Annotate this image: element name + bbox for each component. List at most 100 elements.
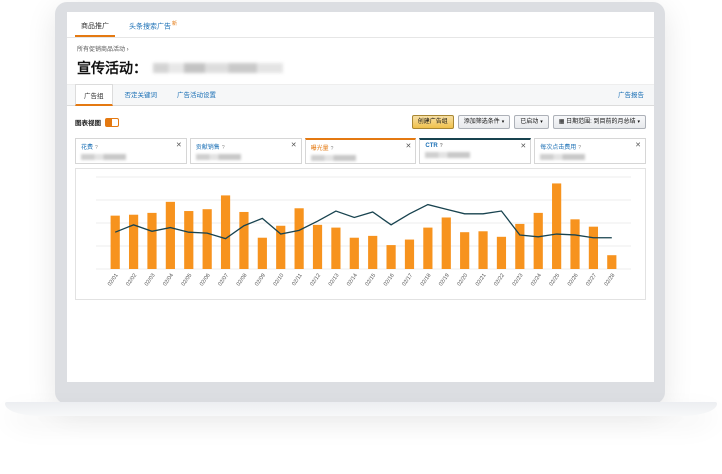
chart-view-toggle[interactable] — [105, 117, 119, 127]
chart-bar — [239, 211, 249, 269]
x-tick-label: 02/05 — [181, 273, 194, 288]
x-tick-label: 02/15 — [365, 273, 378, 288]
ad-report-link[interactable]: 广告报告 — [618, 89, 644, 99]
new-badge: 新 — [172, 20, 178, 27]
metric-label: 贡献销售? — [196, 142, 296, 151]
x-tick-label: 02/19 — [438, 273, 451, 288]
x-tick-label: 02/26 — [567, 273, 580, 288]
breadcrumb[interactable]: 所有促销商品活动 › — [67, 38, 654, 53]
chart-bar — [570, 219, 580, 269]
chart-bar — [404, 239, 415, 269]
close-icon[interactable]: ✕ — [406, 142, 412, 150]
help-icon[interactable]: ? — [95, 145, 98, 151]
date-range-dropdown[interactable]: ▦ 日期范围: 到目前的月总结 ▾ — [552, 115, 646, 129]
chart-bar — [294, 208, 304, 269]
x-tick-label: 02/10 — [273, 273, 286, 288]
x-tick-label: 02/23 — [512, 273, 525, 288]
help-icon[interactable]: ? — [440, 143, 443, 149]
toolbar: 图表视图 创建广告组 添加筛选条件 ▾ 已启动 ▾ ▦ 日期范围: 到目前的月总结 ▾ — [67, 110, 654, 134]
metric-value-redacted — [310, 155, 356, 161]
chart-bar — [460, 232, 470, 269]
tab-negative-keywords[interactable]: 否定关键词 — [117, 89, 166, 105]
chart-bar — [147, 212, 157, 269]
tab-label: 商品推广 — [81, 23, 109, 30]
add-filter-dropdown[interactable]: 添加筛选条件 ▾ — [457, 115, 511, 129]
chart-bar — [220, 195, 231, 269]
tab-ad-groups[interactable]: 广告组 — [75, 84, 113, 106]
chart-bar — [110, 215, 120, 269]
tab-headline-search-ads[interactable]: 头条搜索广告新 — [123, 20, 183, 37]
x-tick-label: 02/27 — [585, 273, 598, 288]
metric-card-spend[interactable]: 花费? ✕ — [75, 138, 187, 164]
x-tick-label: 02/18 — [420, 273, 433, 288]
chart-bar — [368, 235, 378, 269]
create-ad-group-button[interactable]: 创建广告组 — [411, 115, 454, 129]
x-tick-label: 02/21 — [475, 273, 488, 288]
x-tick-label: 02/28 — [604, 273, 617, 288]
x-tick-label: 02/24 — [530, 273, 543, 288]
chart-bar — [128, 214, 139, 269]
x-tick-label: 02/12 — [309, 273, 322, 288]
chart-bar — [607, 255, 617, 269]
help-icon[interactable]: ? — [222, 145, 225, 151]
metric-label: 每次点击费用? — [540, 142, 640, 151]
chart-bar — [349, 237, 359, 269]
x-tick-label: 02/16 — [383, 273, 396, 288]
metric-label-text: 花费 — [81, 145, 94, 151]
chart-bar — [533, 212, 543, 269]
tab-sponsored-products[interactable]: 商品推广 — [75, 21, 115, 37]
metric-value-redacted — [81, 154, 126, 160]
status-label: 已启动 — [520, 119, 539, 125]
metric-value-redacted — [425, 152, 471, 158]
tab-campaign-settings[interactable]: 广告活动设置 — [169, 89, 224, 105]
top-tab-bar: 商品推广 头条搜索广告新 — [67, 12, 654, 38]
help-icon[interactable]: ? — [578, 145, 581, 151]
x-tick-label: 02/20 — [456, 273, 469, 288]
chevron-down-icon: ▾ — [637, 119, 640, 125]
app-screen: 商品推广 头条搜索广告新 所有促销商品活动 › 宣传活动： 广告组 否定关键词 … — [67, 12, 654, 382]
close-icon[interactable]: ✕ — [635, 141, 641, 149]
chart-bar — [276, 225, 286, 269]
x-tick-label: 02/13 — [328, 273, 341, 288]
metric-label-text: 曝光量 — [310, 146, 329, 152]
chart-bar — [588, 226, 599, 269]
chart-bar — [331, 227, 341, 269]
chart-bar — [441, 217, 451, 269]
close-icon[interactable]: ✕ — [520, 142, 526, 150]
x-tick-label: 02/01 — [107, 273, 120, 288]
chart-bar — [165, 201, 175, 269]
x-tick-label: 02/03 — [144, 273, 157, 288]
metric-card-sales[interactable]: 贡献销售? ✕ — [189, 138, 302, 164]
metric-card-ctr[interactable]: CTR? ✕ — [419, 138, 532, 164]
x-tick-label: 02/09 — [254, 273, 267, 288]
x-tick-label: 02/08 — [236, 273, 249, 288]
x-tick-label: 02/04 — [162, 273, 175, 288]
status-dropdown[interactable]: 已启动 ▾ — [514, 115, 549, 129]
chevron-down-icon: ▾ — [501, 119, 505, 125]
metric-label-text: 每次点击费用 — [540, 145, 577, 151]
close-icon[interactable]: ✕ — [176, 141, 182, 149]
metric-label-text: 贡献销售 — [195, 145, 220, 151]
metric-label-text: CTR — [425, 143, 438, 149]
page-title: 宣传活动： — [67, 53, 654, 78]
chart-view-label: 图表视图 — [75, 120, 101, 127]
date-range-label: 日期范围: 到目前的月总结 — [566, 119, 636, 125]
x-tick-label: 02/22 — [493, 273, 506, 288]
close-icon[interactable]: ✕ — [291, 141, 297, 149]
help-icon[interactable]: ? — [331, 146, 334, 152]
chart-bar — [386, 245, 396, 269]
x-tick-label: 02/17 — [401, 273, 414, 288]
chart-bar — [552, 183, 562, 269]
x-tick-label: 02/06 — [199, 273, 212, 288]
metric-cards: 花费? ✕ 贡献销售? ✕ 曝光量? ✕ CTR? ✕ 每次点击费用? ✕ — [75, 138, 646, 164]
performance-chart: 02/01 02/02 02/03 02/04 02/05 02/06 02/07 02/08… — [75, 168, 646, 300]
metric-card-cpc[interactable]: 每次点击费用? ✕ — [534, 138, 646, 164]
x-tick-label: 02/02 — [125, 273, 138, 288]
chart-bar — [423, 227, 433, 269]
metric-label: 花费? — [81, 142, 181, 151]
campaign-name-redacted — [153, 63, 283, 73]
x-tick-label: 02/14 — [346, 273, 359, 288]
chart-bar — [202, 209, 212, 269]
metric-card-impressions[interactable]: 曝光量? ✕ — [304, 138, 417, 164]
metric-label: CTR? — [425, 143, 525, 149]
